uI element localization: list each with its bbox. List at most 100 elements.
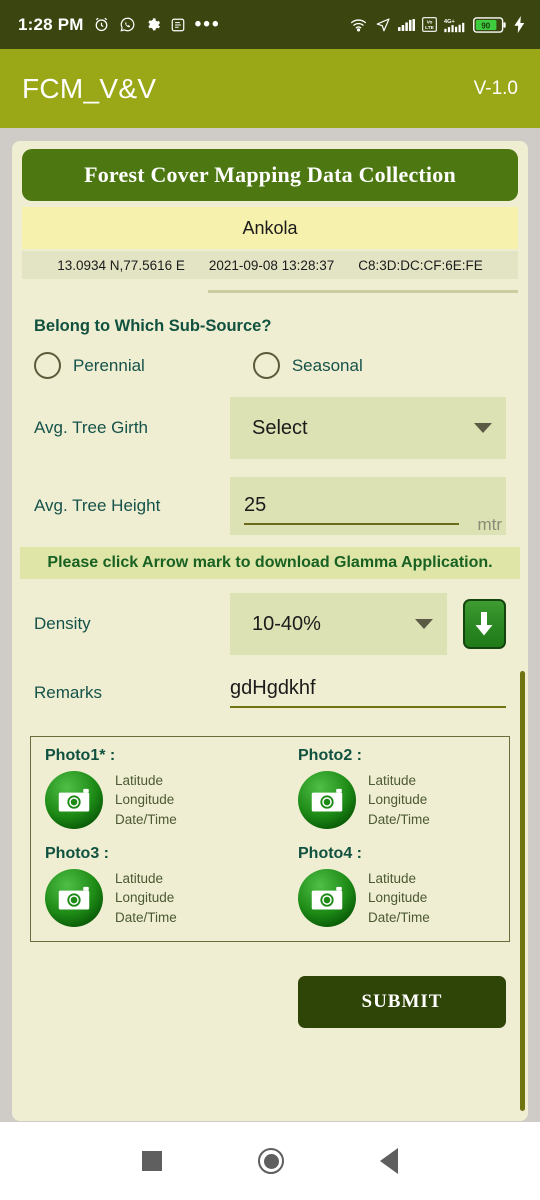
density-value: 10-40% (252, 612, 321, 635)
radio-option-seasonal[interactable]: Seasonal (252, 352, 363, 379)
datetime-text: 2021-09-08 13:28:37 (208, 257, 335, 273)
photo-meta-2: Latitude Longitude Date/Time (368, 771, 430, 828)
chevron-down-icon[interactable] (414, 619, 433, 629)
svg-text:4G+: 4G+ (444, 19, 455, 25)
photo-cell-2: Photo2 : Latitude Longitude Date/Time (270, 747, 509, 829)
photo-datetime-label: Date/Time (115, 909, 177, 925)
photo-row-bottom: Photo3 : Latitude Longitude Date/Time Ph… (31, 845, 509, 927)
photo-meta-4: Latitude Longitude Date/Time (368, 869, 430, 926)
place-name: Ankola (22, 207, 518, 249)
remarks-input[interactable]: gdHgdkhf (230, 677, 506, 708)
photo-meta-1: Latitude Longitude Date/Time (115, 771, 177, 828)
photo-title-4: Photo4 : (298, 845, 362, 862)
signal-icon (398, 18, 415, 32)
app-version: V-1.0 (473, 77, 518, 99)
chevron-down-icon[interactable] (474, 423, 492, 433)
download-arrow-icon (475, 612, 493, 636)
remarks-row: Remarks gdHgdkhf (12, 677, 528, 708)
phone-screen: 1:28 PM ••• Vo LTE 4G+ 90 FCM_V&V V-1.0 … (0, 0, 540, 1200)
density-label: Density (34, 614, 91, 633)
wifi-icon (349, 16, 368, 33)
radio-label-perennial: Perennial (73, 355, 145, 375)
photo-latitude-label: Latitude (115, 871, 164, 887)
download-button[interactable] (462, 599, 506, 649)
vertical-scrollbar[interactable] (520, 671, 525, 1111)
camera-icon[interactable] (298, 869, 356, 927)
home-circle-icon[interactable] (258, 1148, 284, 1174)
status-bar-left: 1:28 PM ••• (18, 15, 221, 35)
camera-icon[interactable] (45, 771, 103, 829)
photo-longitude-label: Longitude (368, 890, 428, 906)
photo-longitude-label: Longitude (115, 792, 175, 808)
sub-source-question: Belong to Which Sub-Source? (34, 317, 272, 335)
photo-cell-1: Photo1* : Latitude Longitude Date/Time (31, 747, 270, 829)
radio-circle-icon[interactable] (34, 352, 61, 379)
status-bar: 1:28 PM ••• Vo LTE 4G+ 90 (0, 0, 540, 49)
tree-girth-select[interactable]: Select (230, 397, 506, 459)
photo-row-top: Photo1* : Latitude Longitude Date/Time P… (31, 747, 509, 829)
partial-field-edge (208, 285, 518, 293)
download-banner: Please click Arrow mark to download Glam… (20, 547, 520, 579)
tree-height-label: Avg. Tree Height (34, 496, 161, 515)
4g-plus-icon: 4G+ (444, 17, 466, 33)
photo-title-1: Photo1* : (45, 747, 116, 764)
device-id-text: C8:3D:DC:CF:6E:FE (358, 257, 483, 273)
status-bar-right: Vo LTE 4G+ 90 (349, 16, 526, 33)
tree-height-unit: mtr (477, 515, 502, 534)
photo-grid: Photo1* : Latitude Longitude Date/Time P… (30, 736, 510, 942)
coordinates-text: 13.0934 N,77.5616 E (57, 257, 185, 273)
photo-longitude-label: Longitude (115, 890, 175, 906)
app-icon (170, 17, 186, 33)
tree-girth-row: Avg. Tree Girth Select (34, 397, 506, 459)
form-card: Forest Cover Mapping Data Collection Ank… (12, 141, 528, 1121)
photo-datetime-label: Date/Time (368, 909, 430, 925)
battery-icon: 90 (473, 16, 506, 33)
photo-cell-3: Photo3 : Latitude Longitude Date/Time (31, 845, 270, 927)
photo-latitude-label: Latitude (368, 871, 417, 887)
sub-source-radio-group: Perennial Seasonal (34, 352, 506, 379)
radio-circle-icon[interactable] (252, 352, 280, 379)
back-triangle-icon[interactable] (380, 1148, 398, 1174)
app-bar: FCM_V&V V-1.0 (0, 49, 540, 128)
form-body: Belong to Which Sub-Source? Perennial Se… (12, 317, 528, 535)
app-title: FCM_V&V (22, 72, 157, 104)
photo-title-3: Photo3 : (45, 845, 109, 862)
android-nav-bar (0, 1122, 540, 1200)
alarm-icon (93, 16, 110, 33)
battery-level-text: 90 (481, 21, 490, 30)
radio-option-perennial[interactable]: Perennial (34, 352, 145, 379)
photo-longitude-label: Longitude (368, 792, 428, 808)
remarks-label: Remarks (34, 682, 103, 702)
meta-bar: 13.0934 N,77.5616 E 2021-09-08 13:28:37 … (22, 251, 518, 279)
page-title: Forest Cover Mapping Data Collection (22, 149, 518, 201)
photo-datetime-label: Date/Time (115, 811, 177, 827)
gear-icon (145, 17, 161, 33)
photo-latitude-label: Latitude (115, 773, 164, 789)
tree-girth-label: Avg. Tree Girth (34, 418, 149, 437)
status-bar-clock: 1:28 PM (18, 14, 84, 34)
more-icon: ••• (194, 13, 221, 35)
density-select[interactable]: 10-40% (230, 593, 447, 655)
location-arrow-icon (375, 17, 391, 33)
svg-text:LTE: LTE (425, 25, 435, 31)
radio-label-seasonal: Seasonal (291, 355, 363, 375)
photo-latitude-label: Latitude (368, 773, 417, 789)
tree-height-input-wrap[interactable]: 25 mtr (230, 477, 506, 535)
tree-height-value: 25 (244, 494, 267, 516)
photo-cell-4: Photo4 : Latitude Longitude Date/Time (270, 845, 509, 927)
camera-icon[interactable] (45, 869, 103, 927)
volte-icon: Vo LTE (422, 17, 437, 32)
tree-height-input[interactable]: 25 (244, 494, 460, 525)
photo-meta-3: Latitude Longitude Date/Time (115, 869, 177, 926)
tree-height-row: Avg. Tree Height 25 mtr (34, 477, 506, 535)
svg-text:Vo: Vo (427, 19, 433, 25)
whatsapp-icon (119, 16, 136, 33)
tree-girth-value: Select (252, 416, 308, 439)
recents-square-icon[interactable] (142, 1151, 162, 1171)
charging-icon (513, 16, 526, 33)
density-row: Density 10-40% (12, 593, 528, 655)
submit-button[interactable]: SUBMIT (298, 976, 506, 1028)
camera-icon[interactable] (298, 771, 356, 829)
photo-datetime-label: Date/Time (368, 811, 430, 827)
photo-title-2: Photo2 : (298, 747, 362, 764)
